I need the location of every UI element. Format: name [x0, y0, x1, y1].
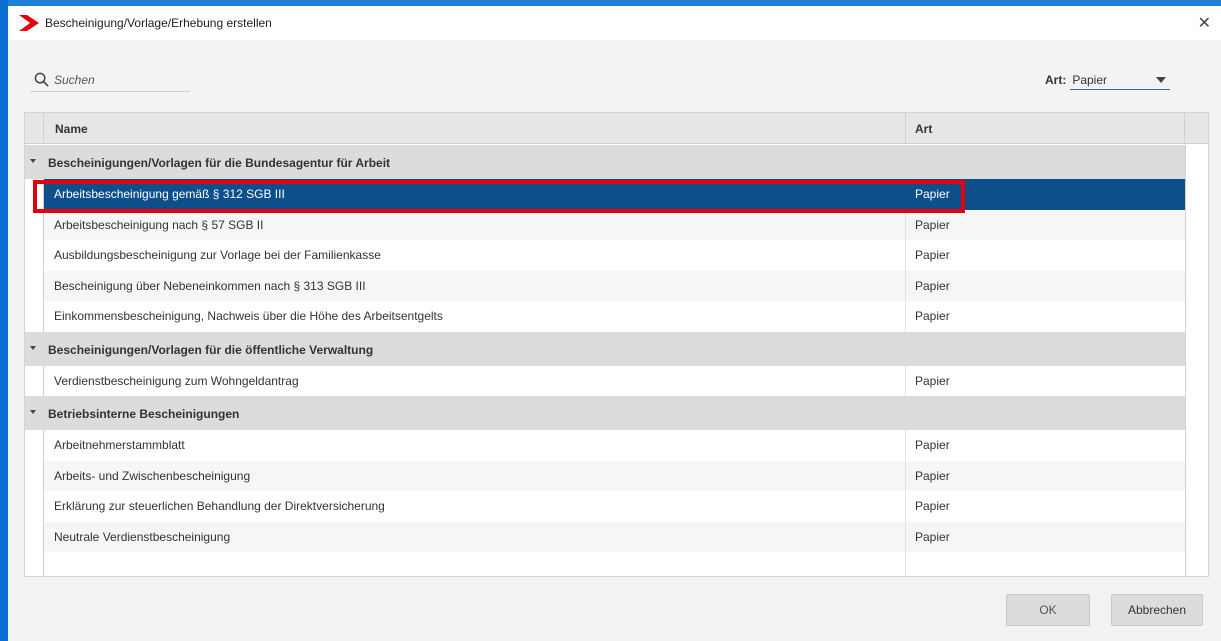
- column-divider: [905, 270, 906, 301]
- cell-art: Papier: [915, 499, 950, 513]
- column-divider: [905, 491, 906, 522]
- cell-art: Papier: [915, 468, 950, 483]
- search-field[interactable]: [30, 68, 190, 92]
- dialog-body: Art: Papier Name Art Bescheinigungen/Vor…: [8, 40, 1221, 641]
- header-divider: [905, 113, 906, 144]
- row-gutter: [25, 521, 44, 552]
- column-header-art[interactable]: Art: [915, 122, 932, 136]
- cell-name: Arbeitsbescheinigung nach § 57 SGB II: [54, 217, 264, 232]
- cell-name: Arbeits- und Zwischenbescheinigung: [54, 468, 251, 483]
- vertical-scrollbar[interactable]: [1185, 145, 1208, 576]
- table-header: Name Art: [25, 113, 1208, 144]
- dialog-window: Bescheinigung/Vorlage/Erhebung erstellen…: [0, 0, 1221, 641]
- row-gutter: [25, 491, 44, 522]
- cell-name: Einkommensbescheinigung, Nachweis über d…: [54, 309, 443, 323]
- art-filter-label: Art:: [1045, 73, 1067, 87]
- expand-caret-icon[interactable]: [30, 345, 36, 350]
- table-row[interactable]: Arbeitsbescheinigung gemäß § 312 SGB III…: [25, 179, 1185, 210]
- expand-caret-icon[interactable]: [30, 159, 36, 163]
- table-row[interactable]: Bescheinigung über Nebeneinkommen nach §…: [25, 270, 1185, 301]
- search-icon: [34, 72, 49, 87]
- title-bar: Bescheinigung/Vorlage/Erhebung erstellen…: [8, 6, 1221, 40]
- cell-art: Papier: [915, 278, 950, 293]
- cell-art: Papier: [915, 438, 950, 452]
- column-divider: [905, 365, 906, 396]
- column-divider: [905, 301, 906, 332]
- group-label: Bescheinigungen/Vorlagen für die Bundesa…: [48, 156, 391, 170]
- column-divider: [905, 552, 906, 576]
- cell-art: Papier: [915, 309, 950, 323]
- cancel-button[interactable]: Abbrechen: [1111, 594, 1203, 626]
- table-body: Bescheinigungen/Vorlagen für die Bundesa…: [25, 145, 1185, 576]
- group-label: Betriebsinterne Bescheinigungen: [48, 407, 240, 421]
- table-row[interactable]: Arbeitsbescheinigung nach § 57 SGB II Pap…: [25, 209, 1185, 240]
- table-row[interactable]: Arbeitnehmerstammblatt Papier: [25, 430, 1185, 461]
- cell-name: Arbeitsbescheinigung gemäß § 312 SGB III: [54, 187, 285, 201]
- header-divider: [1184, 113, 1185, 144]
- table-row[interactable]: Arbeits- und Zwischenbescheinigung Papier: [25, 460, 1185, 491]
- group-row[interactable]: Bescheinigungen/Vorlagen für die Bundesa…: [25, 145, 1185, 179]
- column-divider: [905, 209, 906, 240]
- table-row[interactable]: Einkommensbescheinigung, Nachweis über d…: [25, 301, 1185, 332]
- cell-name: Verdienstbescheinigung zum Wohngeldantra…: [54, 373, 299, 388]
- empty-row: [25, 552, 1185, 576]
- table-row[interactable]: Verdienstbescheinigung zum Wohngeldantra…: [25, 365, 1185, 396]
- row-gutter: [25, 209, 44, 240]
- row-gutter: [25, 552, 44, 576]
- row-gutter: [25, 365, 44, 396]
- row-gutter: [25, 270, 44, 301]
- table-row[interactable]: Neutrale Verdienstbescheinigung Papier: [25, 521, 1185, 552]
- cell-name: Ausbildungsbescheinigung zur Vorlage bei…: [54, 248, 381, 262]
- column-header-name[interactable]: Name: [55, 122, 88, 136]
- column-divider: [905, 179, 906, 210]
- column-divider: [905, 460, 906, 491]
- cell-art: Papier: [915, 248, 950, 262]
- art-select[interactable]: Papier: [1070, 70, 1171, 90]
- header-expander-column: [25, 113, 44, 144]
- ok-button[interactable]: OK: [1006, 594, 1090, 626]
- row-gutter: [25, 179, 44, 210]
- cell-name: Bescheinigung über Nebeneinkommen nach §…: [54, 278, 366, 293]
- art-filter: Art: Papier: [1045, 70, 1171, 90]
- art-select-value: Papier: [1072, 72, 1108, 87]
- row-gutter: [25, 240, 44, 271]
- table-row[interactable]: Ausbildungsbescheinigung zur Vorlage bei…: [25, 240, 1185, 271]
- window-left-accent: [0, 0, 8, 641]
- app-logo-icon: [19, 15, 39, 31]
- row-gutter: [25, 430, 44, 461]
- certificate-table: Name Art Bescheinigungen/Vorlagen für di…: [24, 112, 1209, 577]
- column-divider: [905, 521, 906, 552]
- cell-name: Neutrale Verdienstbescheinigung: [54, 529, 231, 544]
- group-label: Bescheinigungen/Vorlagen für die öffentl…: [48, 342, 374, 357]
- cell-art: Papier: [915, 217, 950, 232]
- group-row[interactable]: Betriebsinterne Bescheinigungen: [25, 396, 1185, 430]
- cell-art: Papier: [915, 373, 950, 388]
- cell-name: Erklärung zur steuerlichen Behandlung de…: [54, 499, 385, 513]
- search-input[interactable]: [54, 72, 184, 87]
- cell-name: Arbeitnehmerstammblatt: [54, 438, 185, 452]
- close-icon[interactable]: ✕: [1198, 13, 1211, 33]
- row-gutter: [25, 460, 44, 491]
- expand-caret-icon[interactable]: [30, 410, 36, 414]
- column-divider: [905, 240, 906, 271]
- table-row[interactable]: Erklärung zur steuerlichen Behandlung de…: [25, 491, 1185, 522]
- row-gutter: [25, 301, 44, 332]
- column-divider: [905, 430, 906, 461]
- chevron-down-icon: [1156, 76, 1167, 83]
- group-row[interactable]: Bescheinigungen/Vorlagen für die öffentl…: [25, 331, 1185, 366]
- window-title: Bescheinigung/Vorlage/Erhebung erstellen: [45, 16, 272, 30]
- cell-art: Papier: [915, 187, 950, 201]
- cell-art: Papier: [915, 529, 950, 544]
